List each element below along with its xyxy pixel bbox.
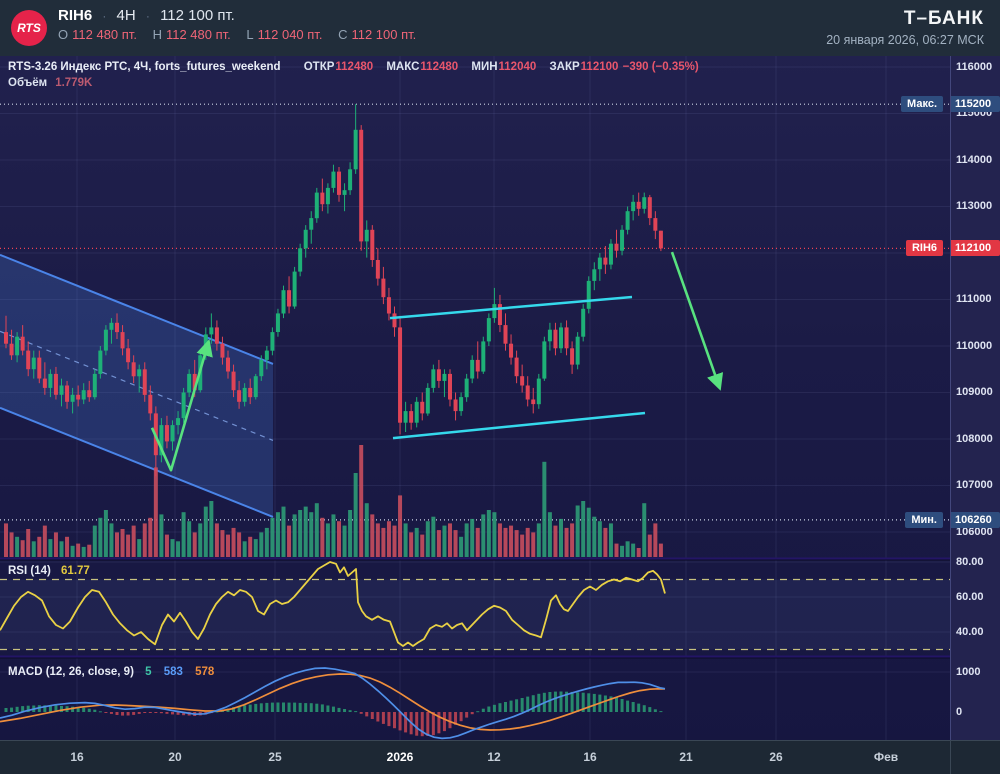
rts-logo-text: RTS xyxy=(17,21,41,35)
low-label: L xyxy=(246,27,254,42)
price-tick-109000: 109000 xyxy=(956,386,993,398)
app-header: RTS RIH6 · 4H · 112 100 пт. O 112 480 пт.… xyxy=(0,0,1000,56)
ohlc-row: O 112 480 пт. H 112 480 пт. L 112 040 пт. C… xyxy=(58,27,428,42)
time-tick-21: 21 xyxy=(679,750,693,764)
last-price: 112 100 пт. xyxy=(160,7,235,24)
rts-logo-icon: RTS xyxy=(11,10,47,46)
open-value: 112 480 пт. xyxy=(72,27,137,42)
close-label: C xyxy=(338,27,348,42)
time-tick-26: 26 xyxy=(769,750,783,764)
price-axis[interactable]: 1160001150001140001130001120001110001100… xyxy=(950,56,1000,740)
axis-corner-divider xyxy=(950,741,951,774)
time-tick-16: 16 xyxy=(583,750,597,764)
macd-tick-0: 0 xyxy=(956,705,963,718)
time-tick-25: 25 xyxy=(268,750,282,764)
price-tick-113000: 113000 xyxy=(956,200,993,212)
current-price-badge: RIH6 xyxy=(905,240,943,257)
separator-dot: · xyxy=(102,9,107,23)
time-axis[interactable]: 16 20 25 2026 12 16 21 26 Фев xyxy=(0,740,1000,774)
trading-app: RTS RIH6 · 4H · 112 100 пт. O 112 480 пт.… xyxy=(0,0,1000,774)
datetime: 20 января 2026, 06:27 МСК xyxy=(826,33,984,47)
close-value: 112 100 пт. xyxy=(351,27,417,42)
max-price-axis-badge: 115200 xyxy=(951,96,1000,113)
price-tick-110000: 110000 xyxy=(956,339,993,352)
price-tick-116000: 116000 xyxy=(956,60,993,73)
current-price-axis-badge: 112100 xyxy=(951,240,1000,257)
symbol-title: RIH6 xyxy=(58,7,93,24)
min-price-badge: Мин. xyxy=(905,511,943,528)
separator-dot: · xyxy=(145,9,150,23)
price-tick-107000: 107000 xyxy=(956,479,993,491)
time-tick-2026: 2026 xyxy=(386,750,414,764)
max-price-badge: Макс. xyxy=(901,96,943,113)
interval-label: 4H xyxy=(116,7,136,24)
high-value: 112 480 пт. xyxy=(165,27,231,42)
rsi-tick-40: 40.00 xyxy=(956,625,984,638)
low-value: 112 040 пт. xyxy=(257,27,323,42)
macd-tick-1000: 1000 xyxy=(956,665,981,678)
time-tick-20: 20 xyxy=(168,750,182,764)
time-tick-12: 12 xyxy=(487,750,501,764)
brand-logo: Т–БАНК xyxy=(903,8,984,29)
rsi-tick-80: 80.00 xyxy=(956,555,984,568)
rsi-tick-60: 60.00 xyxy=(956,590,984,603)
price-tick-111000: 111000 xyxy=(956,293,992,305)
min-price-axis-badge: 106260 xyxy=(951,511,1000,528)
price-tick-114000: 114000 xyxy=(956,153,993,166)
open-label: O xyxy=(58,27,69,42)
price-tick-108000: 108000 xyxy=(956,432,993,445)
symbol-row: RIH6 · 4H · 112 100 пт. xyxy=(58,7,428,24)
time-tick-16: 16 xyxy=(70,750,84,764)
high-label: H xyxy=(152,27,162,42)
chart-canvas[interactable] xyxy=(0,0,1000,774)
time-tick-Фев: Фев xyxy=(873,750,899,764)
